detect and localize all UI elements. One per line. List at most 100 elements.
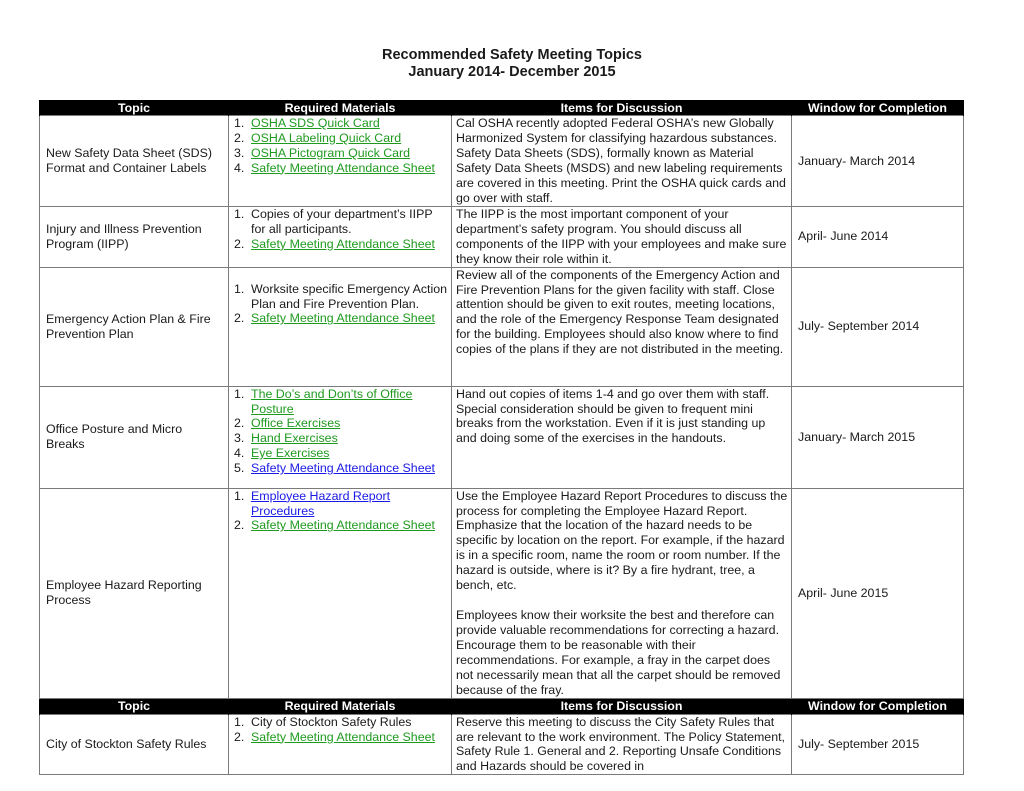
material-link[interactable]: The Do’s and Don’ts of Office Posture xyxy=(251,387,412,415)
materials-list-item: 3. OSHA Pictogram Quick Card xyxy=(234,146,449,161)
material-link[interactable]: Employee Hazard Report Procedures xyxy=(251,489,390,517)
material-link[interactable]: OSHA Pictogram Quick Card xyxy=(251,146,410,160)
discussion-paragraph: Employees know their worksite the best a… xyxy=(456,607,781,697)
materials-list-item: 1. Worksite specific Emergency Action Pla… xyxy=(234,282,449,312)
topic-cell: Office Posture and Micro Breaks xyxy=(39,385,229,489)
materials-list: 1. Worksite specific Emergency Action Pla… xyxy=(234,282,449,327)
materials-list-item: 1. Employee Hazard Report Procedures xyxy=(234,488,449,518)
list-number: 1. xyxy=(234,714,245,729)
header-required-materials: Required Materials xyxy=(228,698,452,715)
completion-window-cell: July- September 2014 xyxy=(791,266,964,387)
completion-window-cell: April- June 2014 xyxy=(791,206,964,268)
discussion-cell: Hand out copies of items 1-4 and go over… xyxy=(451,385,792,489)
materials-list-item: 4. Eye Exercises xyxy=(234,446,449,461)
completion-window-cell: April- June 2015 xyxy=(791,487,964,699)
discussion-cell: Use the Employee Hazard Report Procedure… xyxy=(451,487,792,699)
materials-list-item: 1. OSHA SDS Quick Card xyxy=(234,116,449,131)
material-link[interactable]: OSHA Labeling Quick Card xyxy=(251,131,401,145)
list-number: 3. xyxy=(234,145,245,160)
material-text: City of Stockton Safety Rules xyxy=(251,714,412,729)
material-link[interactable]: Safety Meeting Attendance Sheet xyxy=(251,237,435,251)
topic-cell: Emergency Action Plan & Fire Prevention … xyxy=(39,266,229,387)
material-text: Worksite specific Emergency Action Plan … xyxy=(251,281,448,311)
materials-list-item: 4. Safety Meeting Attendance Sheet xyxy=(234,161,449,176)
material-link[interactable]: Safety Meeting Attendance Sheet xyxy=(251,161,435,175)
header-topic: Topic xyxy=(39,698,229,715)
table-row: Injury and Illness Prevention Program (I… xyxy=(39,206,964,268)
required-materials-cell: 1. Worksite specific Emergency Action Pla… xyxy=(228,266,452,387)
discussion-paragraph: Hand out copies of items 1-4 and go over… xyxy=(456,386,770,446)
discussion-paragraph: Use the Employee Hazard Report Procedure… xyxy=(456,488,788,593)
header-items-for-discussion: Items for Discussion xyxy=(451,100,792,116)
materials-list-item: 2. Safety Meeting Attendance Sheet xyxy=(234,518,449,533)
table-row: Employee Hazard Reporting Process 1. Emplo… xyxy=(39,487,964,699)
list-number: 1. xyxy=(234,281,245,296)
discussion-cell: The IIPP is the most important component… xyxy=(451,206,792,268)
material-link[interactable]: Eye Exercises xyxy=(251,446,330,460)
required-materials-cell: 1. Employee Hazard Report Procedures 2. Saf… xyxy=(228,487,452,699)
list-number: 2. xyxy=(234,311,245,326)
discussion-paragraph: Reserve this meeting to discuss the City… xyxy=(456,714,785,774)
required-materials-cell: 1. City of Stockton Safety Rules 2. Safety … xyxy=(228,713,452,776)
list-number: 1. xyxy=(234,488,245,503)
table-row: City of Stockton Safety Rules 1. City of S… xyxy=(39,713,964,776)
materials-list-item: 2. OSHA Labeling Quick Card xyxy=(234,131,449,146)
table-header-row-repeat: Topic Required Materials Items for Discu… xyxy=(39,698,964,715)
table-row: Office Posture and Micro Breaks 1. The Do’… xyxy=(39,385,964,489)
required-materials-cell: 1. Copies of your department’s IIPP for a… xyxy=(228,206,452,268)
material-link[interactable]: Safety Meeting Attendance Sheet xyxy=(251,518,435,532)
list-number: 5. xyxy=(234,461,245,476)
discussion-paragraph: Cal OSHA recently adopted Federal OSHA’s… xyxy=(456,116,786,205)
document-title: Recommended Safety Meeting Topics xyxy=(382,47,642,63)
list-number: 1. xyxy=(234,207,245,221)
required-materials-cell: 1. The Do’s and Don’ts of Office Posture 2… xyxy=(228,385,452,489)
materials-list: 1. Copies of your department’s IIPP for a… xyxy=(234,207,449,252)
materials-list-item: 2. Safety Meeting Attendance Sheet xyxy=(234,730,449,745)
topic-cell: New Safety Data Sheet (SDS) Format and C… xyxy=(39,115,229,207)
topic-cell: Injury and Illness Prevention Program (I… xyxy=(39,206,229,268)
materials-list: 1. City of Stockton Safety Rules 2. Safety … xyxy=(234,714,449,745)
materials-list: 1. OSHA SDS Quick Card 2. OSHA Labeling Qui… xyxy=(234,116,449,176)
header-items-for-discussion: Items for Discussion xyxy=(451,698,792,715)
material-link[interactable]: Safety Meeting Attendance Sheet xyxy=(251,730,435,744)
document-subtitle-date-range: January 2014- December 2015 xyxy=(408,64,616,80)
material-link[interactable]: Safety Meeting Attendance Sheet xyxy=(251,461,435,475)
materials-list-item: 1. City of Stockton Safety Rules xyxy=(234,714,449,729)
material-link[interactable]: OSHA SDS Quick Card xyxy=(251,117,380,131)
list-number: 2. xyxy=(234,518,245,533)
materials-list-item: 1. Copies of your department’s IIPP for a… xyxy=(234,207,449,236)
materials-list-item: 1. The Do’s and Don’ts of Office Posture xyxy=(234,386,449,416)
list-number: 4. xyxy=(234,446,245,461)
table-row: Emergency Action Plan & Fire Prevention … xyxy=(39,266,964,387)
list-number: 1. xyxy=(234,386,245,401)
topic-cell: City of Stockton Safety Rules xyxy=(39,713,229,776)
completion-window-cell: January- March 2015 xyxy=(791,385,964,489)
header-window-for-completion: Window for Completion xyxy=(791,698,964,715)
discussion-cell: Reserve this meeting to discuss the City… xyxy=(451,713,792,776)
list-number: 4. xyxy=(234,160,245,175)
material-link[interactable]: Office Exercises xyxy=(251,416,340,430)
list-number: 2. xyxy=(234,130,245,145)
material-text: Copies of your department’s IIPP for all… xyxy=(251,207,433,236)
discussion-paragraph: The IIPP is the most important component… xyxy=(456,207,787,266)
list-number: 2. xyxy=(234,416,245,431)
completion-window-cell: January- March 2014 xyxy=(791,115,964,207)
required-materials-cell: 1. OSHA SDS Quick Card 2. OSHA Labeling Qui… xyxy=(228,115,452,207)
materials-list-item: 2. Office Exercises xyxy=(234,416,449,431)
safety-topics-table: Topic Required Materials Items for Discu… xyxy=(39,100,964,776)
list-number: 2. xyxy=(234,236,245,251)
list-number: 1. xyxy=(234,116,245,131)
table-header-row: Topic Required Materials Items for Discu… xyxy=(39,100,964,116)
header-topic: Topic xyxy=(39,100,229,116)
list-number: 3. xyxy=(234,431,245,446)
materials-list: 1. The Do’s and Don’ts of Office Posture 2… xyxy=(234,387,449,476)
materials-list-item: 5. Safety Meeting Attendance Sheet xyxy=(234,461,449,476)
materials-list-item: 2. Safety Meeting Attendance Sheet xyxy=(234,237,449,252)
discussion-cell: Review all of the components of the Emer… xyxy=(451,266,792,387)
materials-list-item: 3. Hand Exercises xyxy=(234,431,449,446)
material-link[interactable]: Safety Meeting Attendance Sheet xyxy=(251,311,435,325)
material-link[interactable]: Hand Exercises xyxy=(251,431,338,445)
discussion-paragraph: Review all of the components of the Emer… xyxy=(456,267,784,357)
topic-cell: Employee Hazard Reporting Process xyxy=(39,487,229,699)
header-required-materials: Required Materials xyxy=(228,100,452,116)
